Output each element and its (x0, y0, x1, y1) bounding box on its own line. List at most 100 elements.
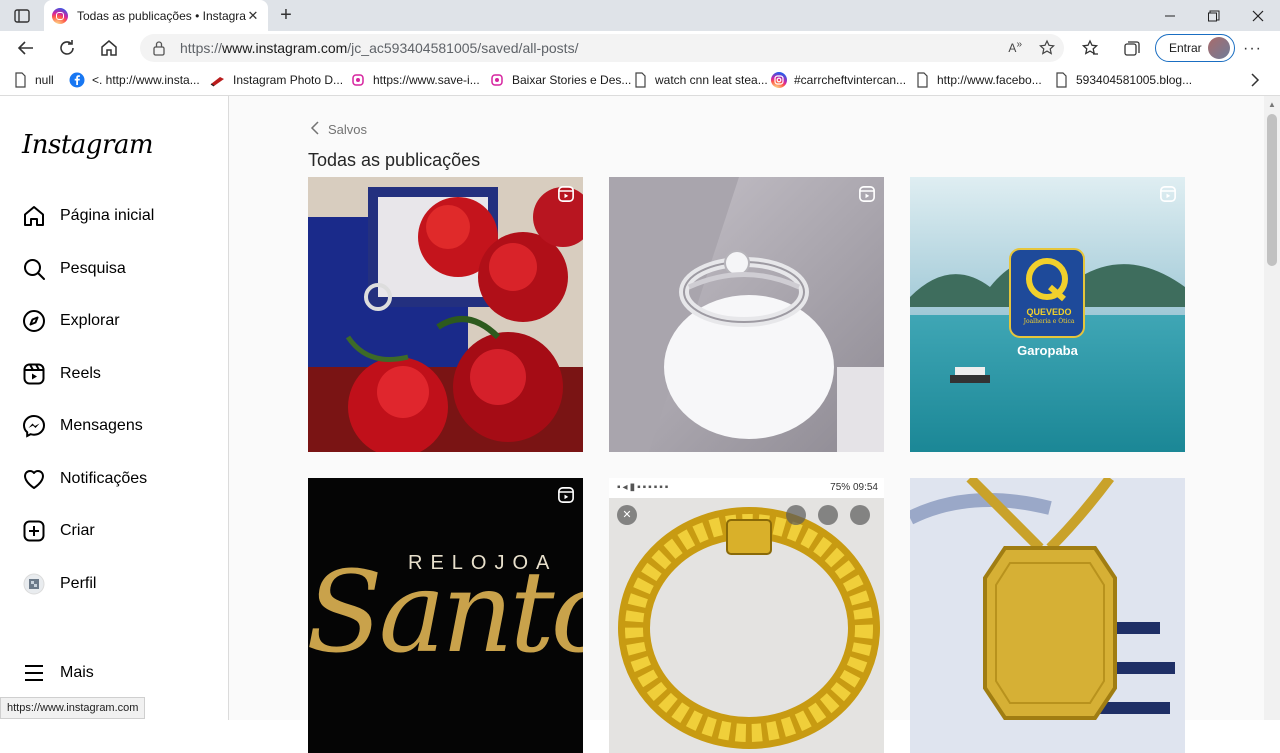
url-path: /jc_ac593404581005/saved/all-posts/ (347, 40, 579, 56)
post-text-script: Santo (308, 548, 583, 678)
signin-label: Entrar (1169, 41, 1202, 55)
bookmark-item[interactable]: Instagram Photo D... (210, 65, 343, 96)
brand-line1: QUEVEDO (1026, 307, 1072, 317)
share-icon[interactable] (818, 505, 838, 525)
saveinsta-icon (350, 72, 366, 88)
nav-messages[interactable]: Mensagens (12, 402, 217, 450)
nav-label: Criar (60, 522, 95, 539)
nav-notifications[interactable]: Notificações (12, 455, 217, 503)
post-thumbnail[interactable]: RELOJOA Santo (308, 478, 583, 753)
tab-close-icon[interactable]: ✕ (246, 8, 260, 23)
signin-button[interactable]: Entrar (1155, 34, 1235, 62)
post-thumbnail[interactable]: QUEVEDO Joalheria e Ótica Garopaba (910, 177, 1185, 452)
post-image-roses-ring (308, 177, 583, 452)
maximize-icon[interactable] (1192, 0, 1236, 31)
window-close-icon[interactable] (1236, 0, 1280, 31)
post-image-ring (609, 177, 884, 452)
phone-status-icons-icon: ▪◂▮▪▪▪▪▪▪ (617, 482, 671, 493)
bookmark-icon[interactable] (850, 505, 870, 525)
post-image-bracelet (609, 498, 884, 753)
reel-icon (858, 185, 876, 203)
nav-create[interactable]: Criar (12, 507, 217, 555)
nav-label: Notificações (60, 470, 148, 487)
bookmark-item[interactable]: 593404581005.blog... (1053, 65, 1192, 96)
chevron-right-icon[interactable] (1248, 72, 1262, 91)
home-browser-icon[interactable] (97, 36, 121, 60)
page-scrollbar[interactable]: ▲ (1264, 96, 1280, 720)
saved-posts-section: Salvos Todas as publicações QUEVEDO Joal… (229, 96, 1264, 753)
instagram-page: Instagram Página inicial Pesquisa Explor… (0, 96, 1280, 753)
favorites-icon[interactable] (1078, 36, 1102, 60)
bookmark-item[interactable]: #carrcheftvintercan... (771, 65, 906, 96)
search-icon (22, 257, 46, 281)
back-to-saved-link[interactable]: Salvos (310, 120, 367, 139)
post-thumbnail[interactable] (910, 478, 1185, 753)
reel-icon (557, 185, 575, 203)
bookmark-label: Instagram Photo D... (233, 73, 344, 87)
scroll-up-icon[interactable]: ▲ (1268, 100, 1276, 109)
facebook-icon (69, 72, 85, 88)
bookmark-item[interactable]: https://www.save-i... (350, 65, 480, 96)
status-bar-url: https://www.instagram.com (0, 697, 146, 719)
nav-profile[interactable]: Perfil (12, 560, 217, 608)
post-thumbnail[interactable] (308, 177, 583, 452)
bookmark-item[interactable]: <. http://www.insta... (69, 65, 200, 96)
url-prefix: https:// (180, 40, 223, 56)
browser-tab[interactable]: Todas as publicações • Instagram ✕ (44, 0, 268, 31)
close-icon[interactable]: ✕ (617, 505, 637, 525)
bookmark-label: https://www.save-i... (373, 73, 480, 87)
instagram-logo[interactable]: Instagram (22, 130, 154, 160)
nav-label: Mensagens (60, 417, 143, 434)
chevron-left-icon (310, 120, 320, 139)
instagram-icon (771, 72, 787, 88)
address-field[interactable]: https://www.instagram.com/jc_ac593404581… (140, 34, 1064, 62)
bookmark-label: null (35, 73, 54, 87)
minimize-icon[interactable] (1148, 0, 1192, 31)
nav-home[interactable]: Página inicial (12, 192, 217, 240)
plus-square-icon (22, 519, 46, 543)
instagram-favicon-icon (52, 7, 68, 24)
browser-tab-bar: Todas as publicações • Instagram ✕ + (0, 0, 1280, 31)
profile-avatar-icon (1208, 37, 1230, 59)
bookmark-item[interactable]: Baixar Stories e Des... (489, 65, 631, 96)
pen-icon (210, 72, 226, 88)
lock-icon[interactable] (152, 40, 166, 59)
browser-menu-icon[interactable]: ··· (1243, 40, 1262, 58)
sidebar: Instagram Página inicial Pesquisa Explor… (0, 96, 229, 720)
add-favorite-icon[interactable] (1038, 39, 1056, 60)
read-aloud-icon[interactable]: A» (1008, 39, 1022, 60)
brand-line2: Joalheria e Ótica (1023, 318, 1075, 325)
nav-label: Página inicial (60, 207, 155, 224)
bookmark-label: 593404581005.blog... (1076, 73, 1193, 87)
bookmark-item[interactable]: watch cnn leat stea... (632, 65, 768, 96)
page-icon (1053, 72, 1069, 88)
tab-actions-icon[interactable] (12, 6, 32, 26)
bookmark-item[interactable]: null (12, 65, 54, 96)
page-icon (914, 72, 930, 88)
messenger-icon (22, 414, 46, 438)
nav-label: Explorar (60, 312, 120, 329)
new-tab-icon[interactable]: + (276, 5, 296, 25)
scan-icon[interactable] (786, 505, 806, 525)
nav-explore[interactable]: Explorar (12, 297, 217, 345)
nav-reels[interactable]: Reels (12, 350, 217, 398)
bookmarks-bar: null <. http://www.insta... Instagram Ph… (0, 65, 1280, 96)
bookmark-label: <. http://www.insta... (92, 73, 200, 87)
post-thumbnail[interactable]: ▪◂▮▪▪▪▪▪▪ 75% 09:54 ✕ (609, 478, 884, 753)
refresh-icon[interactable] (55, 36, 79, 60)
collections-icon[interactable] (1120, 36, 1144, 60)
profile-avatar-icon (22, 572, 46, 596)
back-arrow-icon[interactable] (14, 36, 38, 60)
scroll-thumb[interactable] (1267, 114, 1277, 266)
post-thumbnail[interactable] (609, 177, 884, 452)
nav-more[interactable]: Mais (12, 649, 217, 697)
nav-search[interactable]: Pesquisa (12, 245, 217, 293)
nav-label: Perfil (60, 575, 97, 592)
post-caption: Garopaba (1017, 343, 1078, 358)
bookmark-label: #carrcheftvintercan... (794, 73, 907, 87)
bookmark-item[interactable]: http://www.facebo... (914, 65, 1042, 96)
bookmark-label: http://www.facebo... (937, 73, 1042, 87)
compass-icon (22, 309, 46, 333)
reels-icon (22, 362, 46, 386)
reel-icon (557, 486, 575, 504)
